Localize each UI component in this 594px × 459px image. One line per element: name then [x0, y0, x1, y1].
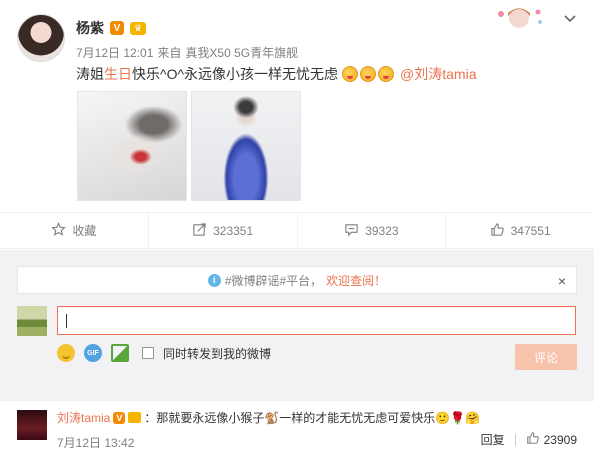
comment-like-button[interactable]: 23909: [526, 431, 577, 448]
comment-line: 刘涛tamia V ：那就要永远像小猴子🐒一样的才能无忧无虑可爱快乐🙂🌹🤗: [57, 409, 480, 426]
comment-input[interactable]: [57, 306, 576, 335]
comment-like-count: 23909: [543, 432, 577, 447]
kiss-emoji-icon: [360, 66, 377, 82]
like-icon: [490, 222, 505, 240]
repost-count: 323351: [213, 223, 254, 238]
post-action-bar: 收藏 323351 39323 347551: [0, 212, 594, 249]
post-image-1[interactable]: [77, 91, 187, 201]
divider: [514, 433, 516, 446]
text-caret: [66, 313, 67, 328]
like-count: 347551: [510, 223, 551, 238]
like-icon: [526, 431, 540, 448]
comment-time: 7月12日 13:42: [57, 436, 135, 450]
comment-icon: [344, 222, 359, 240]
member-crown-icon[interactable]: ♛: [130, 21, 146, 35]
current-user-avatar[interactable]: [17, 306, 47, 336]
comment-text: ：那就要永远像小猴子🐒一样的才能无忧无虑可爱快乐🙂🌹🤗: [144, 411, 481, 425]
close-icon[interactable]: ×: [558, 273, 566, 289]
info-icon: i: [207, 273, 221, 287]
favorite-label: 收藏: [72, 224, 97, 238]
reply-button[interactable]: 回复: [481, 431, 505, 448]
rumor-notice: i #微博辟谣#平台， 欢迎查阅！ ×: [17, 266, 577, 294]
post-image-2[interactable]: [191, 91, 301, 201]
kiss-emoji-icon: [342, 66, 359, 82]
mention-link[interactable]: @刘涛tamia: [400, 64, 476, 84]
member-crown-icon[interactable]: [128, 412, 142, 423]
author-row: 杨紫 V ♛: [76, 18, 146, 38]
profile-sticker: [494, 4, 544, 32]
comment-item: 刘涛tamia V ：那就要永远像小猴子🐒一样的才能无忧无虑可爱快乐🙂🌹🤗 7月…: [0, 400, 594, 459]
repost-button[interactable]: 323351: [149, 213, 298, 248]
post-source[interactable]: 真我X50 5G青年旗舰: [185, 44, 298, 61]
post-text-part2: 快乐^O^永远像小孩一样无忧无虑: [132, 66, 339, 82]
comment-button[interactable]: 39323: [298, 213, 447, 248]
commenter-avatar[interactable]: [17, 410, 47, 440]
weibo-post: 杨紫 V ♛ 7月12日 12:01 来自 真我X50 5G青年旗舰 涛姐 生日…: [0, 0, 594, 212]
repost-checkbox-label[interactable]: 同时转发到我的微博: [163, 345, 271, 362]
comment-toolbar: GIF 同时转发到我的微博: [57, 344, 271, 362]
post-text-part1: 涛姐: [76, 66, 104, 82]
emoji-icon[interactable]: [57, 344, 75, 362]
post-text: 涛姐 生日 快乐^O^永远像小孩一样无忧无虑 @刘涛tamia: [76, 64, 476, 84]
repost-icon: [192, 222, 207, 240]
kiss-emoji-icon: [378, 66, 395, 82]
favorite-button[interactable]: 收藏: [0, 213, 149, 248]
gif-icon[interactable]: GIF: [84, 344, 102, 362]
post-meta: 7月12日 12:01 来自 真我X50 5G青年旗舰: [76, 44, 298, 61]
author-name[interactable]: 杨紫: [76, 18, 104, 38]
notice-text[interactable]: #微博辟谣#平台，: [225, 272, 322, 289]
post-time[interactable]: 7月12日 12:01: [76, 44, 153, 61]
commenter-name[interactable]: 刘涛tamia: [57, 409, 110, 426]
post-text-highlight: 生日: [104, 66, 132, 82]
comment-count: 39323: [365, 223, 399, 238]
verified-badge-icon[interactable]: V: [113, 411, 126, 424]
comment-actions: 回复 23909: [481, 431, 577, 448]
post-source-prefix: 来自: [157, 46, 182, 60]
repost-checkbox[interactable]: [142, 347, 154, 359]
verified-badge-icon[interactable]: V: [110, 21, 124, 35]
emoji-group: [342, 66, 396, 82]
author-avatar[interactable]: [17, 14, 65, 62]
picture-icon[interactable]: [111, 344, 129, 362]
submit-comment-button[interactable]: 评论: [515, 344, 577, 370]
chevron-down-icon[interactable]: [563, 12, 577, 26]
star-icon: [51, 221, 67, 240]
notice-link[interactable]: 欢迎查阅！: [326, 272, 386, 289]
like-button[interactable]: 347551: [446, 213, 594, 248]
